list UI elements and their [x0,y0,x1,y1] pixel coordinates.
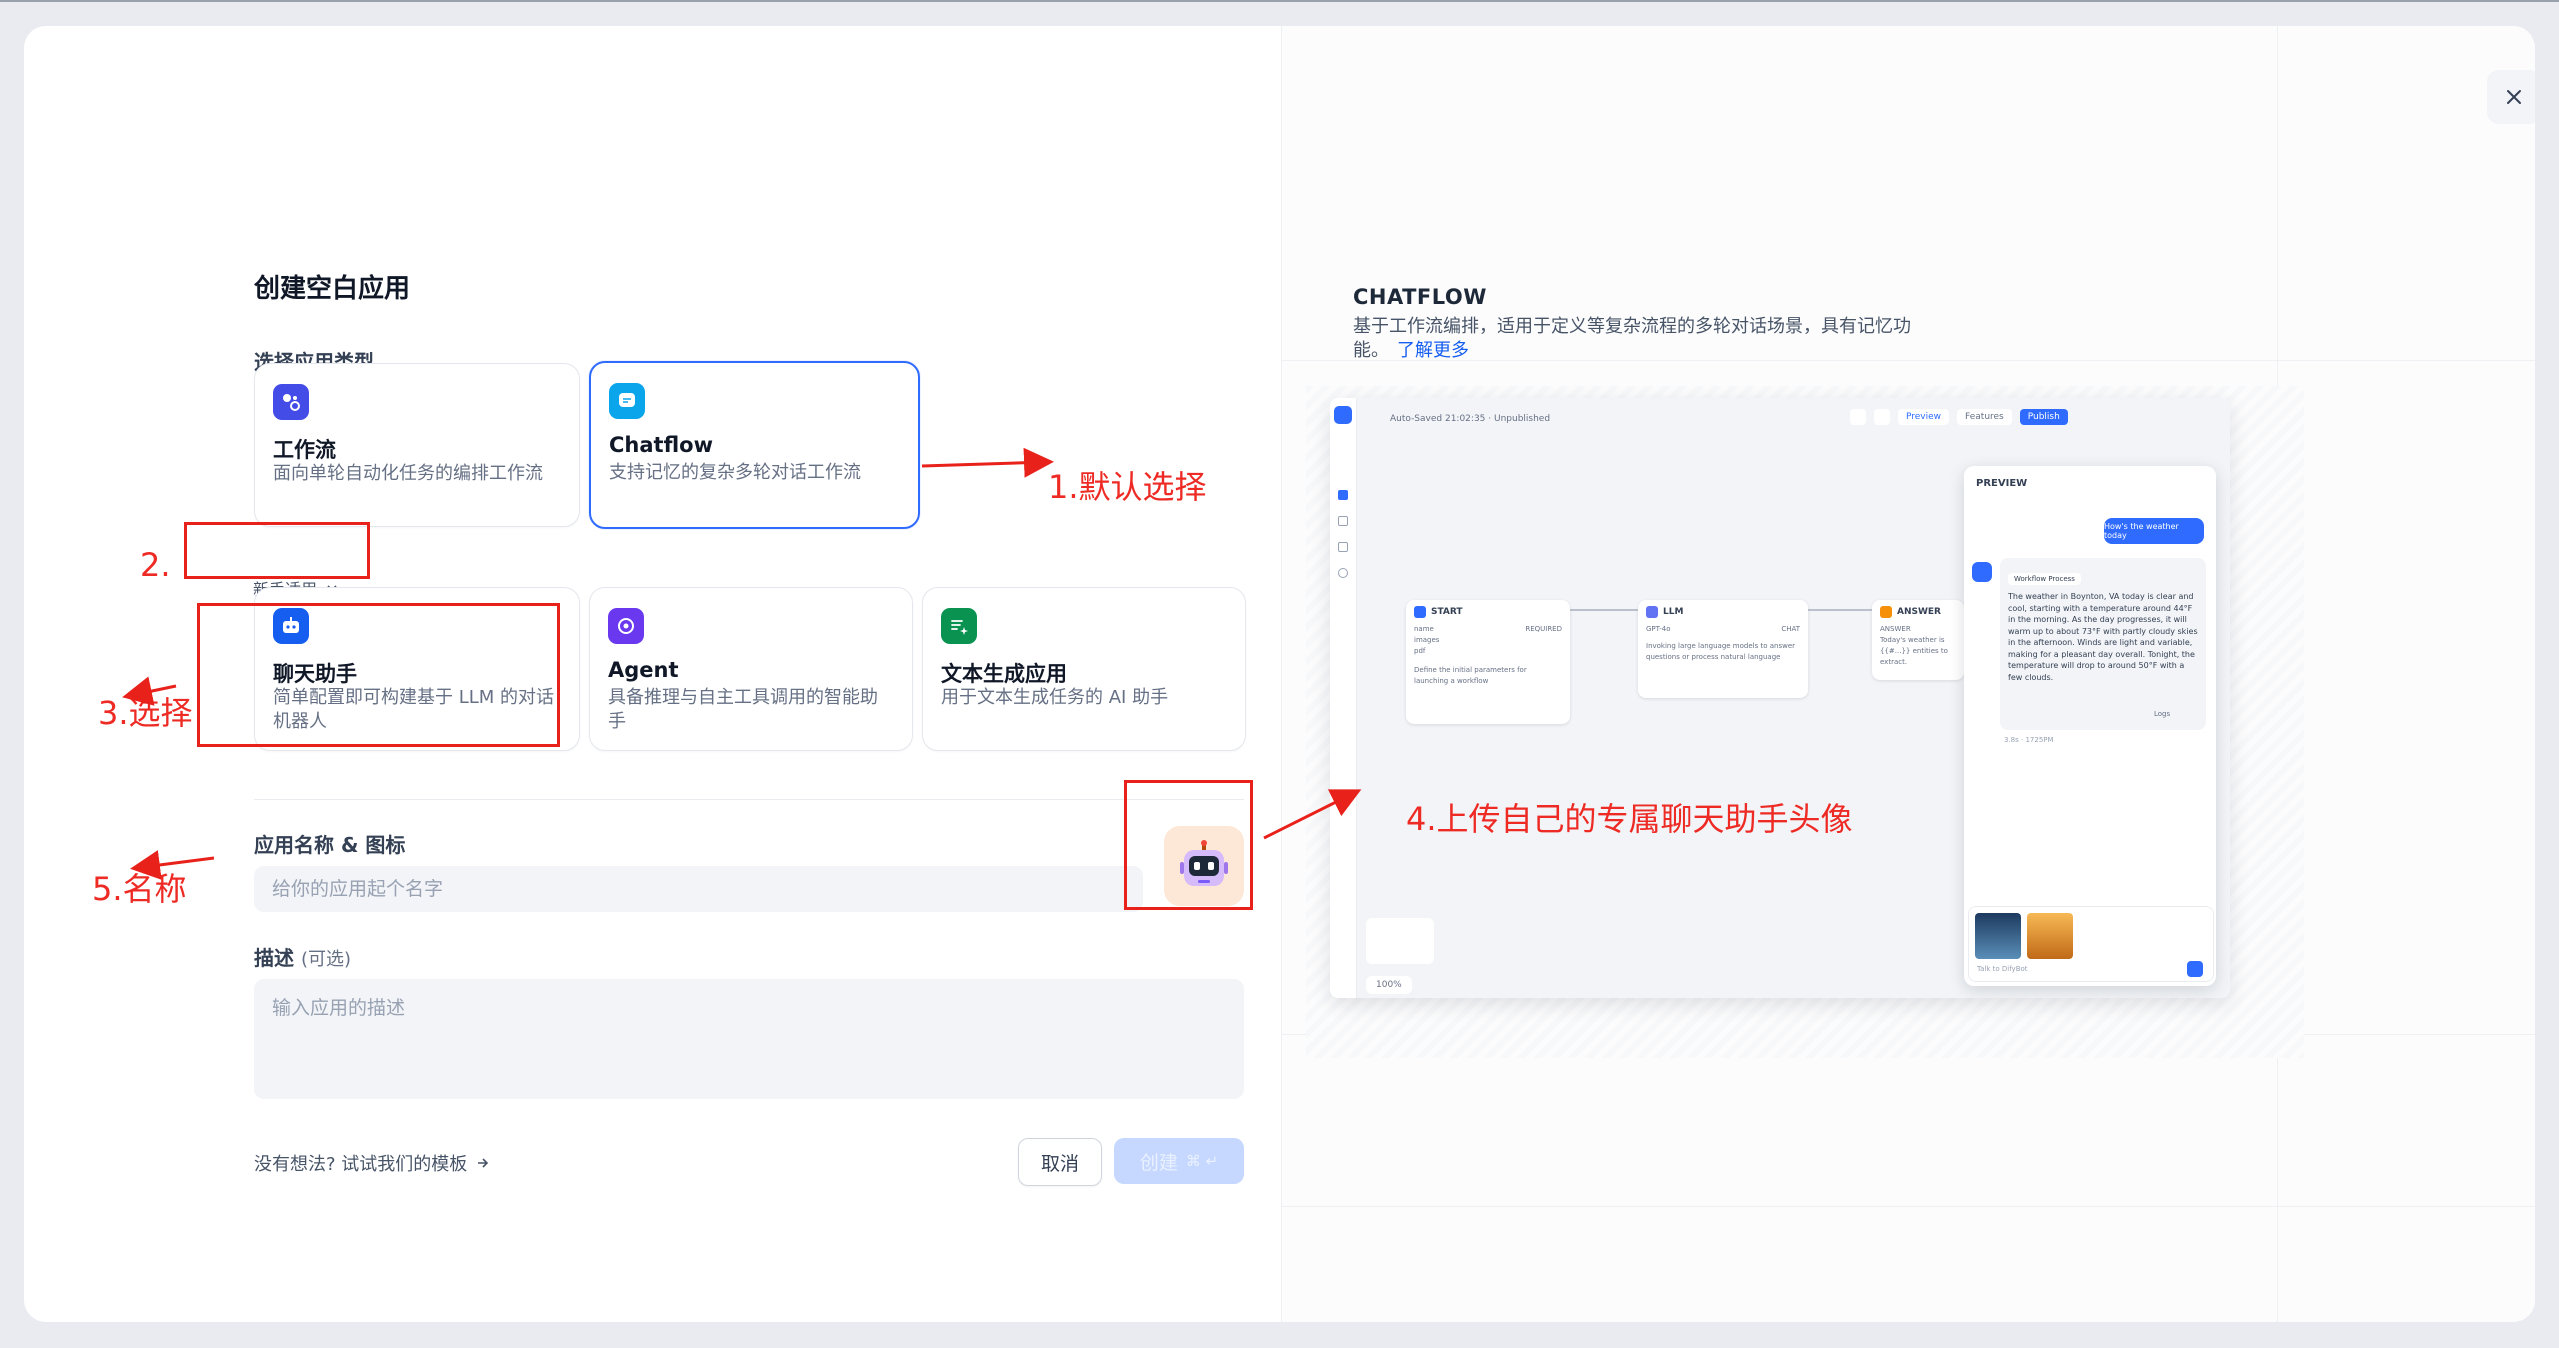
annotation-arrow-4 [1263,789,1362,840]
annotation-arrow-3 [122,676,177,706]
annotation-arrow-5 [130,850,215,880]
annotation-arrows [122,447,1362,880]
annotation-arrow-1 [921,447,1054,478]
